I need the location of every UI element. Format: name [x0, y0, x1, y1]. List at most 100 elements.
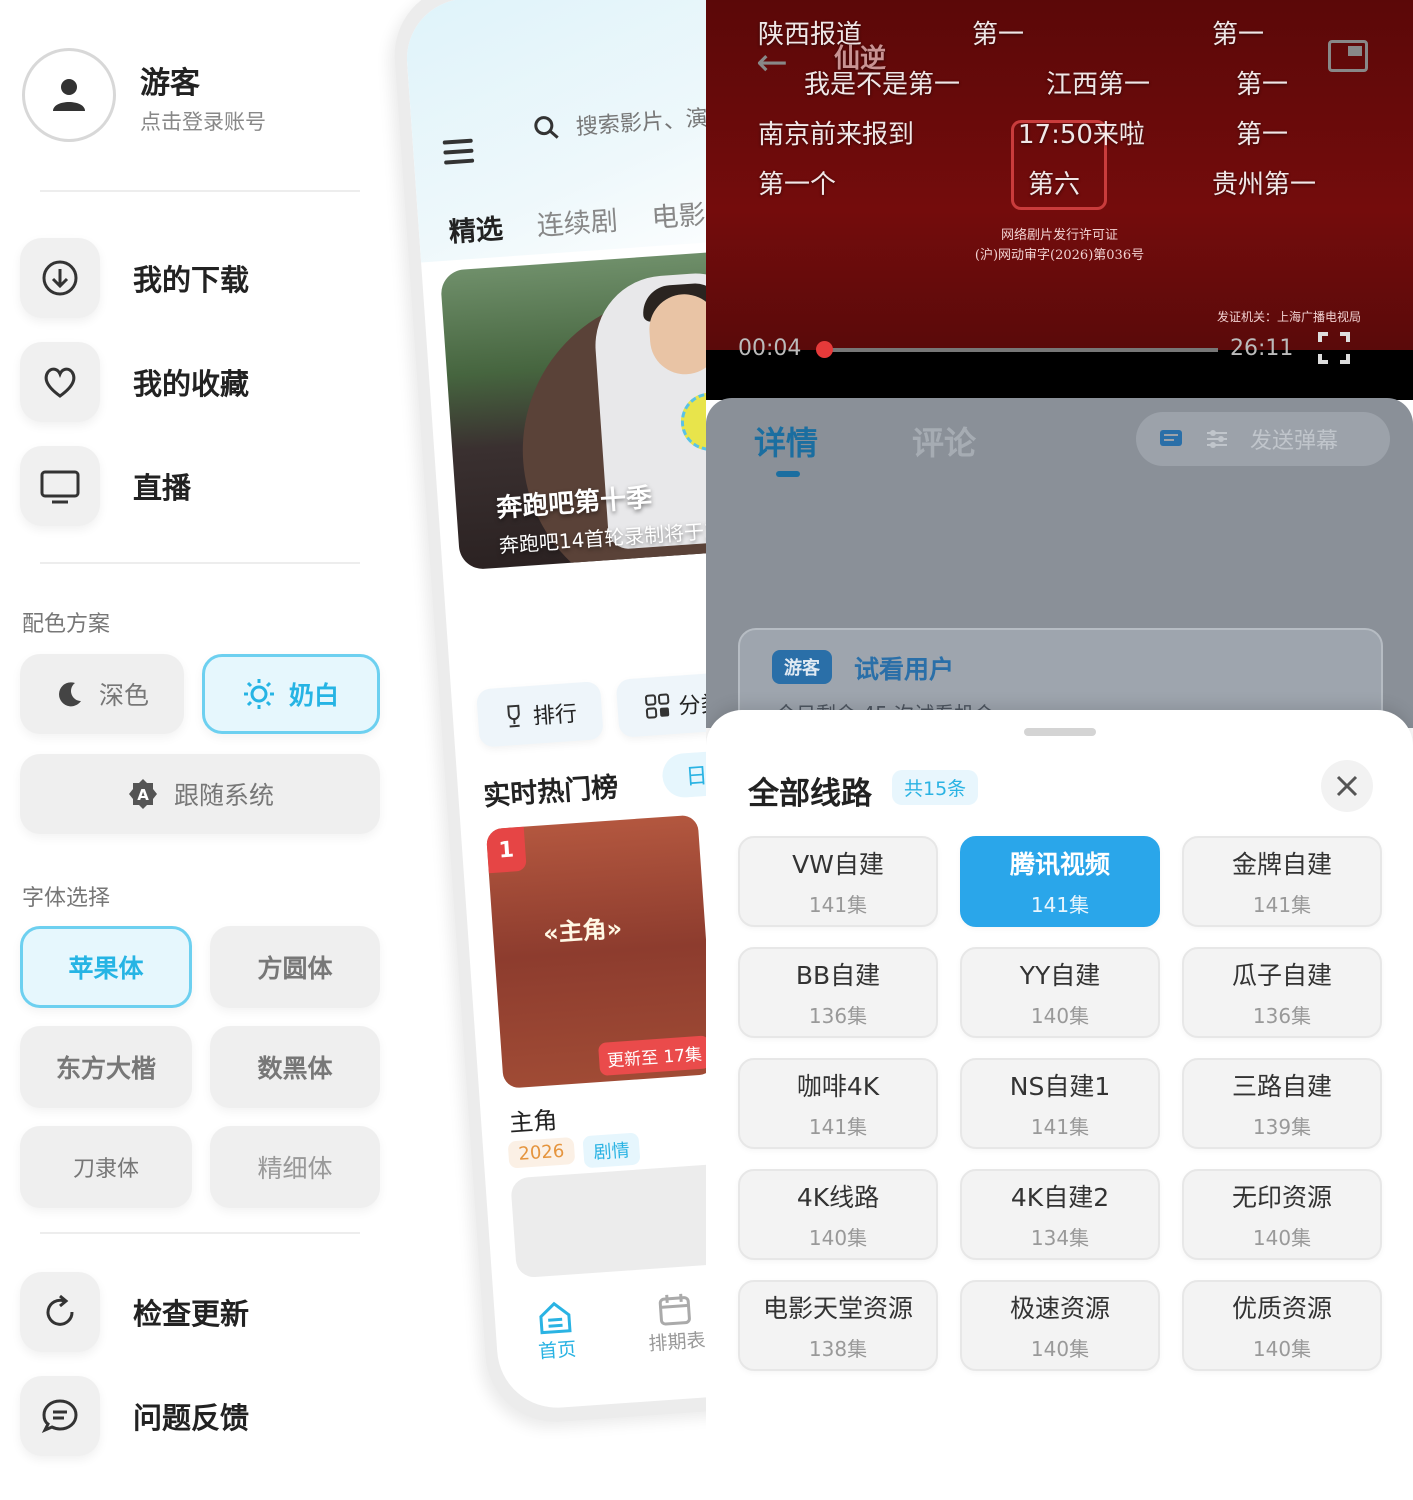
tab-details[interactable]: 详情	[754, 418, 818, 464]
font-option-jingxi[interactable]: 精细体	[210, 1126, 380, 1208]
danmaku-text: 第一	[1236, 120, 1289, 150]
back-arrow-icon[interactable]: ←	[756, 40, 788, 84]
menu-item-check-update[interactable]: 检查更新	[20, 1272, 360, 1352]
font-option-apple[interactable]: 苹果体	[20, 926, 192, 1008]
settings-sliders-icon[interactable]	[1204, 426, 1230, 452]
theme-dark-button[interactable]: 深色	[20, 654, 184, 734]
menu-label: 我的收藏	[133, 367, 250, 401]
item-year: 2026	[507, 1137, 576, 1169]
divider	[40, 562, 360, 564]
source-line-button[interactable]: 无印资源 140集	[1182, 1169, 1382, 1260]
danmaku-text: 贵州第一	[1212, 170, 1317, 200]
item-title[interactable]: 主角	[508, 1100, 558, 1138]
source-line-name: 优质资源	[1231, 1294, 1332, 1323]
source-line-button[interactable]: 腾讯视频 141集	[960, 836, 1160, 927]
send-danmaku-label: 发送弹幕	[1250, 429, 1339, 454]
theme-dark-label: 深色	[98, 681, 149, 710]
sun-icon	[243, 679, 274, 709]
source-line-button[interactable]: 金牌自建 141集	[1182, 836, 1382, 927]
source-line-episodes: 140集	[1030, 1337, 1090, 1361]
source-line-button[interactable]: VW自建 141集	[738, 836, 938, 927]
avatar[interactable]	[22, 48, 116, 142]
source-line-button[interactable]: 4K线路 140集	[738, 1169, 938, 1260]
fullscreen-icon[interactable]	[1318, 332, 1350, 364]
source-line-name: 无印资源	[1231, 1183, 1332, 1212]
menu-label: 我的下载	[133, 263, 250, 297]
danmaku-text: 第一个	[758, 170, 837, 200]
source-line-name: VW自建	[792, 850, 884, 879]
tab-series[interactable]: 连续剧	[535, 199, 619, 244]
source-line-name: 三路自建	[1231, 1072, 1332, 1101]
source-line-episodes: 141集	[1252, 893, 1312, 917]
source-line-episodes: 141集	[808, 1115, 868, 1139]
source-line-button[interactable]: 瓜子自建 136集	[1182, 947, 1382, 1038]
player-screen: 陕西报道 第一 第一 仙逆 我是不是第一 江西第一 第一 南京前来报到 17:5…	[706, 0, 1413, 1500]
danmaku-text: 南京前来报到	[758, 120, 915, 150]
source-line-button[interactable]: 咖啡4K 141集	[738, 1058, 938, 1149]
video-player[interactable]: 陕西报道 第一 第一 仙逆 我是不是第一 江西第一 第一 南京前来报到 17:5…	[706, 0, 1413, 400]
color-scheme-title: 配色方案	[22, 612, 111, 637]
sheet-title: 全部线路	[748, 776, 872, 812]
poster-item[interactable]: 1 «主角» 更新至 17集	[485, 814, 716, 1089]
font-title: 字体选择	[22, 886, 111, 911]
source-line-episodes: 140集	[1252, 1337, 1312, 1361]
nav-home[interactable]: 首页	[493, 1282, 620, 1400]
svg-text:A: A	[137, 786, 149, 804]
sheet-handle[interactable]	[1024, 728, 1096, 736]
source-line-episodes: 141集	[1030, 1115, 1090, 1139]
tv-icon	[40, 470, 80, 504]
total-time: 26:11	[1230, 336, 1294, 361]
download-icon	[42, 260, 78, 296]
auto-icon: A	[128, 779, 157, 809]
progress-bar[interactable]	[822, 348, 1218, 352]
heart-icon	[44, 367, 76, 398]
item-genre: 剧情	[582, 1132, 641, 1169]
theme-cream-button[interactable]: 奶白	[202, 654, 380, 734]
close-button[interactable]	[1321, 760, 1373, 812]
source-line-button[interactable]: YY自建 140集	[960, 947, 1160, 1038]
theme-system-button[interactable]: A 跟随系统	[20, 754, 380, 834]
source-line-name: 咖啡4K	[796, 1072, 880, 1101]
menu-label: 问题反馈	[133, 1401, 250, 1435]
tab-featured[interactable]: 精选	[448, 207, 505, 250]
tab-comments[interactable]: 评论	[912, 418, 976, 464]
user-name[interactable]: 游客	[140, 58, 200, 102]
menu-item-feedback[interactable]: 问题反馈	[20, 1376, 360, 1456]
menu-item-favorites[interactable]: 我的收藏	[20, 342, 360, 422]
font-option-kai[interactable]: 东方大楷	[20, 1026, 192, 1108]
tab-movies[interactable]: 电影	[650, 193, 707, 236]
source-line-button[interactable]: BB自建 136集	[738, 947, 938, 1038]
tab-indicator	[776, 471, 800, 477]
source-line-episodes: 136集	[808, 1004, 868, 1028]
font-option-shuhei[interactable]: 数黑体	[210, 1026, 380, 1108]
menu-icon[interactable]	[442, 138, 475, 171]
rank-button[interactable]: 排行	[476, 681, 604, 748]
close-icon	[1336, 775, 1358, 797]
font-option-daoli[interactable]: 刀隶体	[20, 1126, 192, 1208]
progress-knob[interactable]	[816, 341, 833, 358]
pip-icon[interactable]	[1328, 40, 1368, 72]
rank-label: 排行	[532, 701, 578, 730]
menu-item-downloads[interactable]: 我的下载	[20, 238, 360, 318]
source-line-button[interactable]: 优质资源 140集	[1182, 1280, 1382, 1371]
source-line-button[interactable]: NS自建1 141集	[960, 1058, 1160, 1149]
source-line-button[interactable]: 4K自建2 134集	[960, 1169, 1160, 1260]
source-line-button[interactable]: 三路自建 139集	[1182, 1058, 1382, 1149]
danmaku-text: 第一	[972, 20, 1025, 50]
source-line-button[interactable]: 电影天堂资源 138集	[738, 1280, 938, 1371]
danmaku-bar[interactable]: 发送弹幕	[1136, 412, 1390, 466]
source-line-episodes: 141集	[808, 893, 868, 917]
font-option-fangyuan[interactable]: 方圆体	[210, 926, 380, 1008]
menu-item-live[interactable]: 直播	[20, 446, 360, 526]
source-line-episodes: 136集	[1252, 1004, 1312, 1028]
calendar-icon	[658, 1293, 691, 1326]
rank-badge: 1	[485, 826, 527, 874]
feedback-icon	[41, 1399, 78, 1433]
source-line-name: NS自建1	[1009, 1072, 1111, 1101]
login-hint[interactable]: 点击登录账号	[140, 106, 266, 136]
danmaku-toggle-icon[interactable]	[1158, 426, 1184, 452]
source-line-name: 极速资源	[1009, 1294, 1110, 1323]
refresh-icon	[46, 1294, 74, 1326]
license-issuer: 发证机关：上海广播电视局	[1216, 310, 1361, 324]
source-line-button[interactable]: 极速资源 140集	[960, 1280, 1160, 1371]
